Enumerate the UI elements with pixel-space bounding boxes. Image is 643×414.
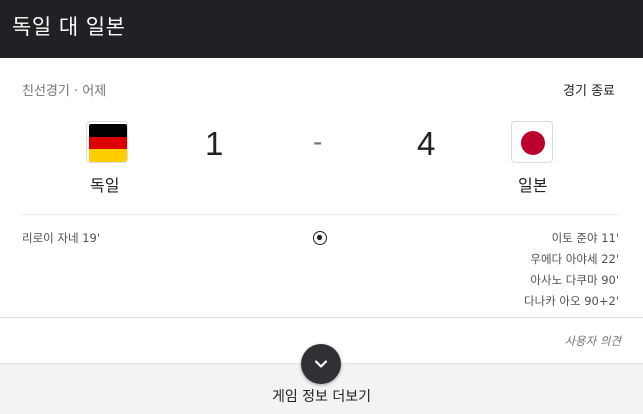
home-scorer: 리로이 자네 19' [22, 231, 101, 245]
away-score: 4 [417, 125, 436, 162]
away-team-name[interactable]: 일본 [518, 176, 547, 196]
flag-stripe [89, 149, 127, 162]
feedback-link[interactable]: 사용자 의견 [564, 334, 621, 348]
flag-stripe [89, 136, 127, 150]
match-status: 경기 종료 [563, 84, 615, 99]
more-info-label[interactable]: 게임 정보 더보기 [0, 388, 643, 406]
competition-date: 친선경기 · 어제 [22, 84, 107, 99]
score-separator: - [313, 126, 323, 157]
away-scorer: 우에다 아야세 22' [530, 252, 619, 266]
ball-dot [317, 235, 322, 240]
page-title: 독일 대 일본 [12, 15, 126, 39]
home-score: 1 [205, 125, 224, 162]
divider [0, 317, 643, 318]
home-team-name[interactable]: 독일 [90, 176, 119, 196]
expand-button[interactable] [301, 344, 341, 384]
divider [20, 214, 620, 215]
away-scorer: 이토 준야 11' [551, 231, 619, 245]
away-scorer: 다나카 아오 90+2' [524, 294, 619, 308]
flag-stripe [89, 124, 127, 137]
page-header: 독일 대 일본 [0, 0, 643, 58]
soccer-ball-icon [313, 231, 327, 245]
flag-disc [521, 131, 545, 155]
away-scorer: 아사노 다쿠마 90' [530, 273, 619, 287]
japan-flag-icon[interactable] [511, 121, 553, 163]
germany-flag-icon[interactable] [86, 121, 128, 163]
chevron-down-icon [314, 360, 328, 368]
match-card[interactable]: 친선경기 · 어제 경기 종료 독일 1 - 4 일본 리로이 자네 19' 이… [0, 58, 643, 414]
